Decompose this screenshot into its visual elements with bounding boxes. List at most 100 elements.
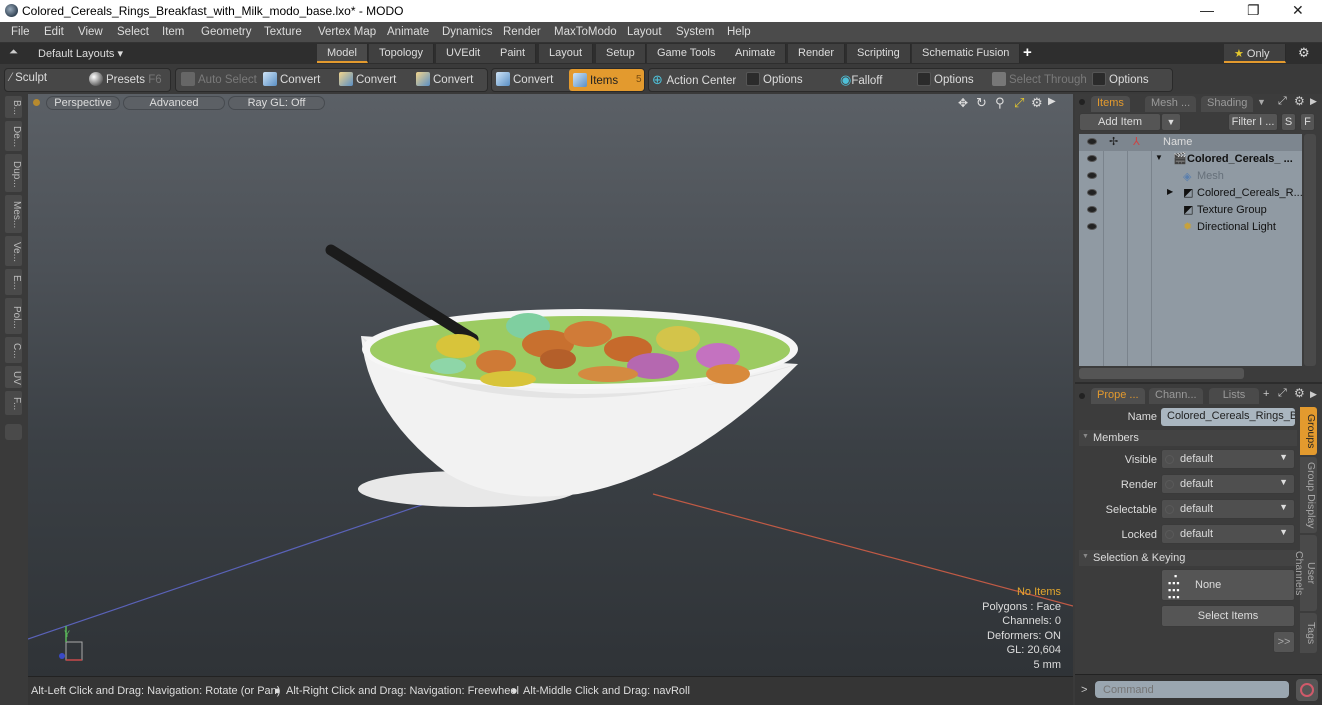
left-tab-vertex[interactable]: Ve...: [5, 236, 22, 266]
sculpt-button[interactable]: ⁄ Sculpt: [10, 72, 47, 84]
visible-dropdown[interactable]: default ▼: [1161, 449, 1295, 469]
menu-view[interactable]: View: [78, 26, 103, 38]
panel-gear-icon[interactable]: ⚙: [1294, 94, 1305, 108]
menu-vertex-map[interactable]: Vertex Map: [318, 26, 376, 38]
tab-channels[interactable]: Chann...: [1149, 388, 1203, 404]
more-button[interactable]: >>: [1273, 631, 1295, 653]
select-through-button[interactable]: Select Through: [992, 72, 1087, 86]
item-row-scene[interactable]: ▼ 🎬 Colored_Cereals_ ...: [1079, 151, 1302, 168]
tab-properties[interactable]: Prope ...: [1091, 388, 1145, 404]
side-tab-user-channels[interactable]: User Channels: [1293, 535, 1317, 611]
add-item-button[interactable]: Add Item: [1079, 113, 1161, 131]
tab-mesh[interactable]: Mesh ...: [1145, 96, 1197, 112]
action-center-button[interactable]: ⊕ Action Center: [652, 72, 736, 88]
eye-icon[interactable]: [1087, 172, 1097, 179]
selection-keying-section[interactable]: Selection & Keying: [1079, 550, 1297, 566]
panel-more-icon[interactable]: ▶: [1310, 389, 1317, 400]
restore-button[interactable]: ❐: [1247, 2, 1260, 19]
item-row-texture-group[interactable]: ◩ Texture Group: [1079, 202, 1302, 219]
tab-layout[interactable]: Layout: [539, 44, 594, 63]
only-toggle[interactable]: ★ Only: [1224, 44, 1286, 63]
tab-schematic-fusion[interactable]: Schematic Fusion: [912, 44, 1021, 63]
menu-dynamics[interactable]: Dynamics: [442, 26, 492, 38]
convert-button-4[interactable]: Convert: [496, 72, 553, 86]
menu-layout[interactable]: Layout: [627, 26, 662, 38]
menu-geometry[interactable]: Geometry: [201, 26, 252, 38]
menu-maxtomodo[interactable]: MaxToModo: [554, 26, 617, 38]
name-field[interactable]: Colored_Cereals_Rings_Br: [1161, 408, 1295, 426]
tab-game-tools[interactable]: Game Tools: [647, 44, 727, 63]
collapse-icon[interactable]: ▼: [1155, 153, 1163, 162]
menu-select[interactable]: Select: [117, 26, 149, 38]
add-tab-icon[interactable]: +: [1263, 388, 1269, 400]
tab-topology[interactable]: Topology: [369, 44, 435, 63]
expand-icon[interactable]: ⤢: [1278, 387, 1287, 400]
expand-icon[interactable]: ⤢: [1278, 95, 1287, 108]
s-button[interactable]: S: [1281, 113, 1296, 131]
left-tab-polygon[interactable]: Pol...: [5, 298, 22, 334]
convert-button-1[interactable]: Convert: [263, 72, 320, 86]
tab-items[interactable]: Items: [1091, 96, 1130, 112]
side-tab-groups[interactable]: Groups: [1300, 407, 1317, 455]
layout-up-icon[interactable]: ⏶: [9, 46, 18, 59]
side-tab-group-display[interactable]: Group Display: [1300, 457, 1317, 533]
side-tab-tags[interactable]: Tags: [1300, 613, 1317, 653]
tab-model[interactable]: Model: [317, 44, 368, 63]
eye-icon[interactable]: [1087, 223, 1097, 230]
select-items-button[interactable]: Select Items: [1161, 605, 1295, 627]
selectable-dropdown[interactable]: default ▼: [1161, 499, 1295, 519]
left-tab-curve[interactable]: C...: [5, 337, 22, 363]
eye-icon[interactable]: [1087, 189, 1097, 196]
tab-lists[interactable]: Lists: [1209, 388, 1259, 404]
left-tab-basic[interactable]: B...: [5, 96, 22, 118]
tab-render[interactable]: Render: [788, 44, 846, 63]
tab-uvedit[interactable]: UVEdit: [436, 44, 492, 63]
tab-paint[interactable]: Paint: [490, 44, 537, 63]
menu-edit[interactable]: Edit: [44, 26, 64, 38]
gear-icon[interactable]: ⚙: [1298, 45, 1310, 61]
convert-button-2[interactable]: Convert: [339, 72, 396, 86]
minimize-button[interactable]: —: [1200, 2, 1214, 18]
tabs-dropdown-icon[interactable]: ▼: [1257, 97, 1266, 107]
left-tab-deform[interactable]: De...: [5, 121, 22, 151]
3d-viewport[interactable]: Perspective Advanced Ray GL: Off ✥ ↻ ⚲ ⤢…: [28, 94, 1073, 676]
tab-shading[interactable]: Shading: [1201, 96, 1254, 112]
items-button[interactable]: Items 5: [569, 69, 644, 91]
add-item-dropdown[interactable]: ▼: [1161, 113, 1181, 131]
options-button-3[interactable]: Options: [1092, 72, 1149, 86]
panel-more-icon[interactable]: ▶: [1310, 96, 1317, 107]
eye-icon[interactable]: [1087, 155, 1097, 162]
options-button-1[interactable]: Options: [746, 72, 803, 86]
f-button[interactable]: F: [1300, 113, 1315, 131]
presets-button[interactable]: Presets F6: [89, 72, 162, 86]
tab-setup[interactable]: Setup: [596, 44, 646, 63]
left-tab-uv[interactable]: UV: [5, 366, 22, 388]
render-dropdown[interactable]: default ▼: [1161, 474, 1295, 494]
panel-gear-icon[interactable]: ⚙: [1294, 386, 1305, 400]
convert-button-3[interactable]: Convert: [416, 72, 473, 86]
left-tab-duplicate[interactable]: Dup...: [5, 154, 22, 192]
expand-arrow-icon[interactable]: ▶: [1167, 187, 1173, 196]
eye-icon[interactable]: [1087, 206, 1097, 213]
menu-file[interactable]: File: [11, 26, 30, 38]
menu-texture[interactable]: Texture: [264, 26, 302, 38]
item-row-mesh[interactable]: ◈ Mesh: [1079, 168, 1302, 185]
left-strip-toggle[interactable]: [5, 424, 22, 440]
falloff-button[interactable]: ◉Falloff: [840, 72, 882, 88]
left-tab-mesh-edit[interactable]: Mes...: [5, 195, 22, 233]
locked-dropdown[interactable]: default ▼: [1161, 524, 1295, 544]
record-button[interactable]: [1296, 679, 1318, 701]
add-tab-button[interactable]: +: [1023, 44, 1032, 61]
menu-item[interactable]: Item: [162, 26, 184, 38]
options-button-2[interactable]: Options: [917, 72, 974, 86]
command-input[interactable]: [1095, 681, 1289, 698]
tab-scripting[interactable]: Scripting: [847, 44, 911, 63]
item-list-hscrollbar[interactable]: [1079, 368, 1244, 379]
auto-select-button[interactable]: Auto Select: [181, 72, 257, 86]
none-button[interactable]: ▪ ▪▪▪ ▪▪▪ ▪▪▪ None: [1161, 569, 1295, 602]
members-section[interactable]: Members: [1079, 430, 1297, 446]
left-tab-edge[interactable]: E...: [5, 269, 22, 295]
left-tab-fusion[interactable]: F...: [5, 391, 22, 415]
menu-render[interactable]: Render: [503, 26, 541, 38]
item-list-scrollbar[interactable]: [1304, 134, 1316, 366]
